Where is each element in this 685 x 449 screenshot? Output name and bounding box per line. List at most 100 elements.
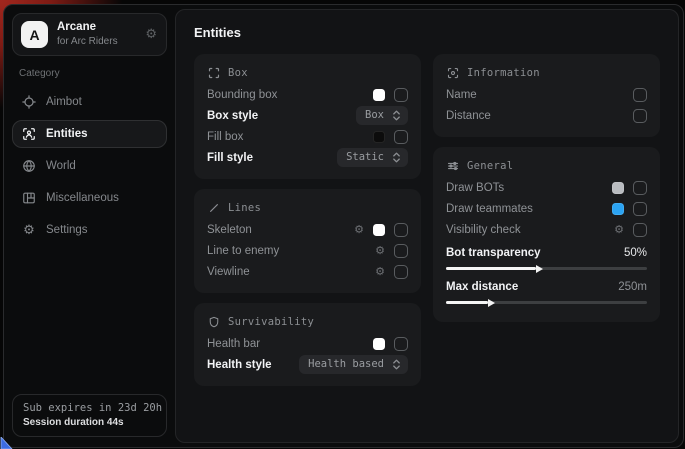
general-panel-header: General: [446, 159, 647, 172]
bounding-box-label: Bounding box: [207, 89, 277, 101]
session-duration-text: Session duration 44s: [23, 417, 156, 428]
bot-transparency-slider[interactable]: [446, 267, 647, 270]
box-style-value: Box: [365, 109, 384, 121]
draw-teammates-color-swatch[interactable]: [612, 203, 624, 215]
box-style-label: Box style: [207, 110, 258, 122]
box-panel: Box Bounding box Box style: [194, 54, 421, 179]
bounding-box-checkbox[interactable]: [394, 88, 408, 102]
app-logo: A: [21, 21, 48, 48]
line-to-enemy-checkbox[interactable]: [394, 244, 408, 258]
distance-checkbox[interactable]: [633, 109, 647, 123]
fill-style-select[interactable]: Static: [337, 148, 408, 167]
draw-teammates-label: Draw teammates: [446, 203, 533, 215]
chevron-updown-icon: [392, 110, 401, 121]
draw-bots-label: Draw BOTs: [446, 182, 504, 194]
line-to-enemy-settings-gear-icon[interactable]: ⚙: [375, 245, 385, 256]
bot-transparency-slider-handle[interactable]: [536, 265, 543, 273]
right-column: Information Name Distance: [433, 54, 660, 322]
health-style-label: Health style: [207, 359, 272, 371]
name-checkbox[interactable]: [633, 88, 647, 102]
health-style-value: Health based: [308, 358, 384, 370]
skeleton-settings-gear-icon[interactable]: ⚙: [354, 224, 364, 235]
globe-icon: [22, 159, 36, 173]
health-style-select[interactable]: Health based: [299, 355, 408, 374]
fill-style-row: Fill style Static: [207, 147, 408, 168]
bounding-box-color-swatch[interactable]: [373, 89, 385, 101]
line-to-enemy-row: Line to enemy ⚙: [207, 240, 408, 261]
skeleton-checkbox[interactable]: [394, 223, 408, 237]
line-icon: [207, 201, 220, 214]
skeleton-row: Skeleton ⚙: [207, 219, 408, 240]
bot-transparency-group: Bot transparency 50%: [446, 243, 647, 270]
draw-bots-checkbox[interactable]: [633, 181, 647, 195]
box-style-row: Box style Box: [207, 105, 408, 126]
distance-row: Distance: [446, 105, 647, 126]
sidebar: A Arcane for Arc Riders ⚙ Category Aimbo…: [4, 5, 175, 447]
max-distance-label: Max distance: [446, 281, 518, 293]
draw-bots-row: Draw BOTs: [446, 177, 647, 198]
health-bar-checkbox[interactable]: [394, 337, 408, 351]
sidebar-item-settings[interactable]: ⚙ Settings: [12, 216, 167, 244]
information-panel: Information Name Distance: [433, 54, 660, 137]
sub-expiry-text: Sub expires in 23d 20h: [23, 402, 156, 414]
general-panel: General Draw BOTs Draw teammates: [433, 147, 660, 322]
viewline-settings-gear-icon[interactable]: ⚙: [375, 266, 385, 277]
health-bar-color-swatch[interactable]: [373, 338, 385, 350]
box-panel-title: Box: [228, 67, 248, 79]
app-window: A Arcane for Arc Riders ⚙ Category Aimbo…: [3, 4, 684, 448]
chevron-updown-icon: [392, 152, 401, 163]
settings-gear-icon[interactable]: ⚙: [145, 28, 157, 41]
page-title: Entities: [194, 25, 660, 40]
box-style-select[interactable]: Box: [356, 106, 408, 125]
max-distance-value: 250m: [618, 281, 647, 293]
info-scan-icon: [446, 66, 459, 79]
max-distance-slider-fill: [446, 301, 488, 304]
sidebar-item-world[interactable]: World: [12, 152, 167, 180]
app-title: Arcane: [57, 21, 118, 34]
sliders-icon: [446, 159, 459, 172]
survivability-panel-header: Survivability: [207, 315, 408, 328]
name-row: Name: [446, 84, 647, 105]
main-panel: Entities Box: [175, 9, 679, 443]
crosshair-icon: [22, 95, 36, 109]
max-distance-slider[interactable]: [446, 301, 647, 304]
sidebar-item-label: Settings: [46, 224, 88, 236]
draw-teammates-checkbox[interactable]: [633, 202, 647, 216]
left-column: Box Bounding box Box style: [194, 54, 421, 386]
survivability-panel-title: Survivability: [228, 316, 314, 328]
category-label: Category: [19, 68, 160, 79]
chevron-updown-icon: [392, 359, 401, 370]
health-style-row: Health style Health based: [207, 354, 408, 375]
name-label: Name: [446, 89, 477, 101]
health-bar-label: Health bar: [207, 338, 260, 350]
fill-box-color-swatch[interactable]: [373, 131, 385, 143]
gear-icon: ⚙: [22, 223, 36, 237]
information-panel-title: Information: [467, 67, 540, 79]
skeleton-color-swatch[interactable]: [373, 224, 385, 236]
bot-transparency-label: Bot transparency: [446, 247, 541, 259]
fill-box-checkbox[interactable]: [394, 130, 408, 144]
viewline-checkbox[interactable]: [394, 265, 408, 279]
sidebar-item-aimbot[interactable]: Aimbot: [12, 88, 167, 116]
sidebar-item-miscellaneous[interactable]: Miscellaneous: [12, 184, 167, 212]
mouse-cursor: [0, 437, 13, 449]
max-distance-group: Max distance 250m: [446, 277, 647, 304]
panel-columns: Box Bounding box Box style: [194, 54, 660, 386]
viewline-label: Viewline: [207, 266, 250, 278]
lines-panel-header: Lines: [207, 201, 408, 214]
sidebar-item-entities[interactable]: Entities: [12, 120, 167, 148]
subscription-info-card: Sub expires in 23d 20h Session duration …: [12, 394, 167, 437]
app-titles: Arcane for Arc Riders: [57, 21, 118, 48]
health-bar-row: Health bar: [207, 333, 408, 354]
fill-style-value: Static: [346, 151, 384, 163]
max-distance-slider-handle[interactable]: [488, 299, 495, 307]
visibility-check-label: Visibility check: [446, 224, 521, 236]
visibility-check-checkbox[interactable]: [633, 223, 647, 237]
fill-box-label: Fill box: [207, 131, 243, 143]
visibility-check-row: Visibility check ⚙: [446, 219, 647, 240]
visibility-check-settings-gear-icon[interactable]: ⚙: [614, 224, 624, 235]
information-panel-header: Information: [446, 66, 647, 79]
shield-icon: [207, 315, 220, 328]
draw-bots-color-swatch[interactable]: [612, 182, 624, 194]
entities-icon: [22, 127, 36, 141]
